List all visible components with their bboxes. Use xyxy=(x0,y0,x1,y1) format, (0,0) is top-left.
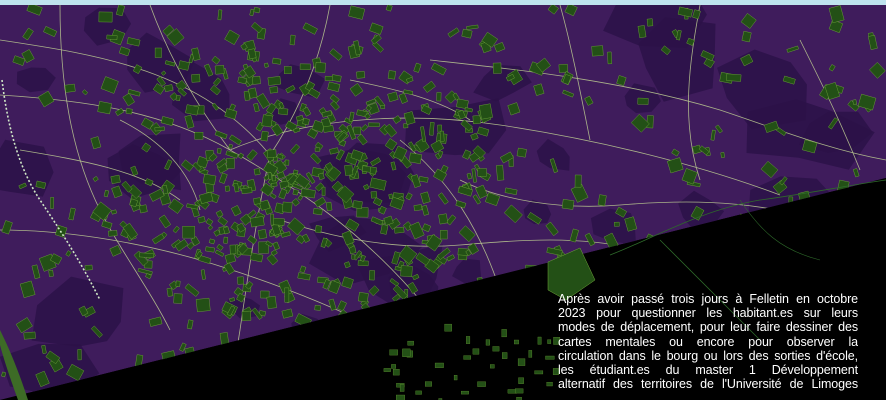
intro-line: cartes mentales ou encore pour observer … xyxy=(558,334,858,349)
map-view: Après avoir passé trois jours à Felletin… xyxy=(0,0,886,400)
intro-line: circulation dans le bourg ou lors des so… xyxy=(558,348,858,363)
intro-line: les étudiant.es du master 1 Développemen… xyxy=(558,363,858,378)
intro-line: modes de déplacement, pour leur faire de… xyxy=(558,320,858,335)
intro-paragraph: Après avoir passé trois jours à Felletin… xyxy=(558,292,858,391)
intro-line: 2023 pour questionner les habitant.es su… xyxy=(558,306,858,321)
intro-line: Après avoir passé trois jours à Felletin… xyxy=(558,292,858,306)
intro-line: alternatif des territoires de l'Universi… xyxy=(558,377,858,392)
